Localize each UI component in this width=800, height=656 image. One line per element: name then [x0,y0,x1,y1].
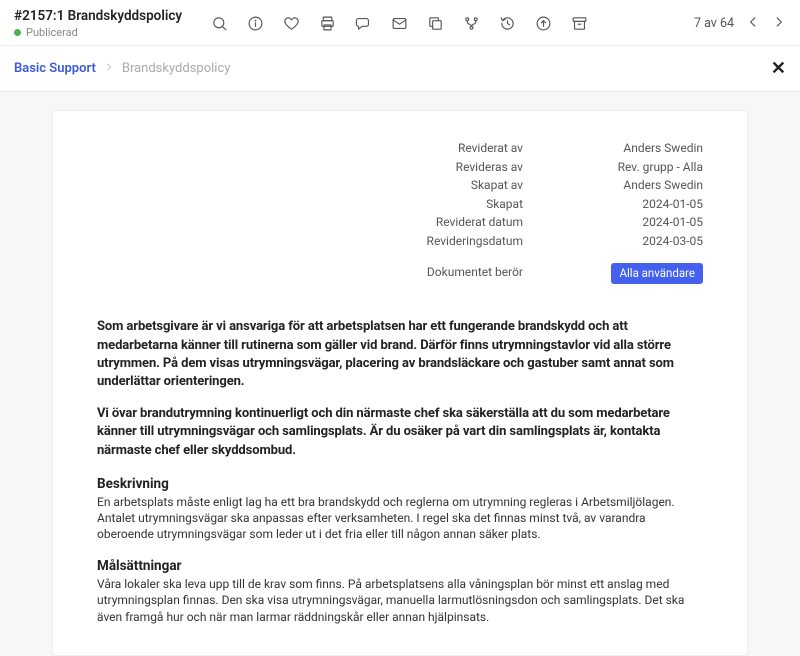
toolbar [210,15,588,33]
pager-next[interactable] [772,15,786,33]
meta-affects-row: Dokumentet berör Alla användare [323,263,703,285]
chat-icon[interactable] [354,15,372,33]
topbar: #2157:1 Brandskyddspolicy Publicerad 7 a… [0,0,800,46]
heart-icon[interactable] [282,15,300,33]
affects-badge: Alla användare [611,263,703,285]
chevron-right-icon [104,61,114,76]
document-sheet: Reviderat avAnders Swedin Revideras avRe… [52,110,748,656]
meta-row: Skapat2024-01-05 [323,195,703,214]
meta-row: Skapat avAnders Swedin [323,176,703,195]
pager: 7 av 64 [694,15,786,33]
close-icon[interactable]: ✕ [771,58,786,79]
search-icon[interactable] [210,15,228,33]
section-heading: Målsättningar [97,558,703,574]
meta-block: Reviderat avAnders Swedin Revideras avRe… [323,139,703,284]
breadcrumb-root[interactable]: Basic Support [14,61,96,76]
meta-row: Revideringsdatum2024-03-05 [323,232,703,251]
copy-icon[interactable] [426,15,444,33]
print-icon[interactable] [318,15,336,33]
pager-prev[interactable] [746,15,760,33]
document-title: #2157:1 Brandskyddspolicy [14,8,182,24]
status-dot-icon [14,29,21,36]
status-text: Publicerad [26,26,78,39]
page-canvas: Reviderat avAnders Swedin Revideras avRe… [0,92,800,656]
archive-icon[interactable] [570,15,588,33]
section-heading: Beskrivning [97,476,703,492]
breadcrumb: Basic Support Brandskyddspolicy ✕ [0,46,800,92]
branch-icon[interactable] [462,15,480,33]
pager-text: 7 av 64 [694,16,734,31]
status-row: Publicerad [14,26,182,39]
section-paragraph: Våra lokaler ska leva upp till de krav s… [97,576,703,625]
info-icon[interactable] [246,15,264,33]
meta-row: Reviderat datum2024-01-05 [323,213,703,232]
meta-row: Reviderat avAnders Swedin [323,139,703,158]
breadcrumb-current: Brandskyddspolicy [122,61,231,76]
intro-paragraph: Vi övar brandutrymning kontinuerligt och… [97,405,703,460]
mail-icon[interactable] [390,15,408,33]
intro-paragraph: Som arbetsgivare är vi ansvariga för att… [97,318,703,391]
title-block: #2157:1 Brandskyddspolicy Publicerad [14,8,182,39]
section-paragraph: En arbetsplats måste enligt lag ha ett b… [97,494,703,543]
history-icon[interactable] [498,15,516,33]
meta-row: Revideras avRev. grupp - Alla [323,158,703,177]
document-body: Som arbetsgivare är vi ansvariga för att… [97,318,703,624]
upload-icon[interactable] [534,15,552,33]
